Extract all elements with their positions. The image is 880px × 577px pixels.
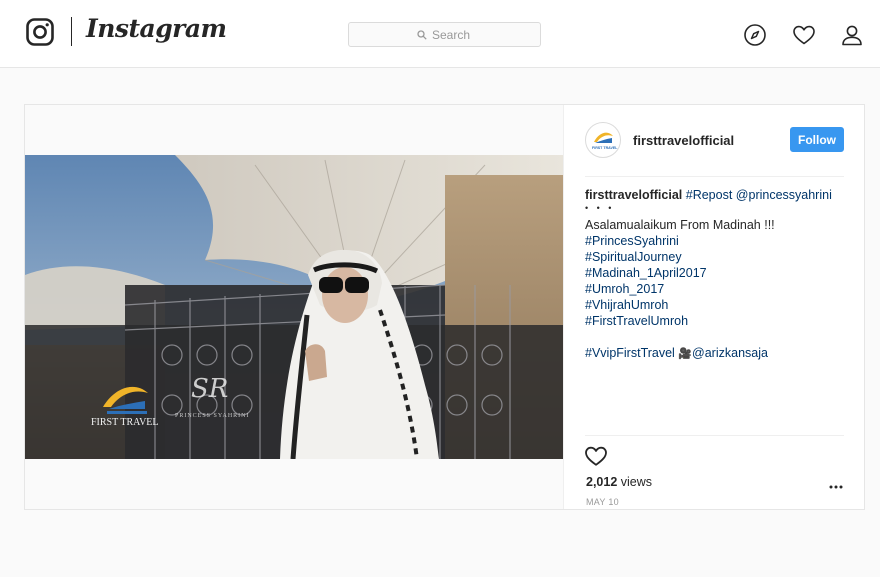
header-divider: [585, 176, 844, 177]
caption-hashtag[interactable]: #VvipFirstTravel: [585, 346, 675, 360]
caption-hashtag[interactable]: #Madinah_1April2017: [585, 265, 847, 281]
search-icon: [417, 29, 427, 40]
caption-greeting: Asalamualaikum From Madinah !!!: [585, 218, 775, 232]
avatar[interactable]: FIRST TRAVEL: [585, 122, 621, 158]
activity-heart-icon[interactable]: [792, 23, 816, 47]
more-options-icon[interactable]: [828, 483, 844, 491]
top-navigation-bar: Instagram: [0, 0, 880, 68]
caption-hashtag[interactable]: #PrincesSyahrini: [585, 233, 847, 249]
caption-hashtag[interactable]: #SpiritualJourney: [585, 249, 847, 265]
profile-person-icon[interactable]: [840, 23, 864, 47]
search-input[interactable]: [432, 27, 472, 42]
caption-mention[interactable]: @arizkansaja: [692, 346, 768, 360]
like-heart-icon[interactable]: [584, 444, 608, 468]
post-sidebar: FIRST TRAVEL firsttravelofficial Follow …: [563, 105, 864, 509]
instagram-glyph-icon[interactable]: [26, 18, 54, 46]
video-camera-icon: 🎥: [678, 348, 693, 360]
caption-dots: • • •: [585, 203, 615, 213]
search-box[interactable]: [348, 22, 541, 47]
caption-hashtag[interactable]: #Repost: [686, 188, 733, 202]
caption-username[interactable]: firsttravelofficial: [585, 188, 682, 202]
follow-button[interactable]: Follow: [790, 127, 844, 152]
post-media-area: FIRST TRAVEL SR PRINCESS SYAHRINI: [25, 105, 563, 509]
view-count-number: 2,012: [586, 475, 618, 489]
svg-text:FIRST TRAVEL: FIRST TRAVEL: [91, 417, 159, 428]
caption-hashtag[interactable]: #VhijrahUmroh: [585, 297, 847, 313]
first-travel-avatar-logo: FIRST TRAVEL: [592, 132, 618, 150]
explore-compass-icon[interactable]: [743, 23, 767, 47]
view-count-label: views: [620, 475, 653, 489]
post-video[interactable]: FIRST TRAVEL SR PRINCESS SYAHRINI: [25, 155, 563, 459]
logo-divider: [71, 17, 72, 46]
svg-text:PRINCESS SYAHRINI: PRINCESS SYAHRINI: [175, 413, 250, 419]
caption-hashtag[interactable]: #Umroh_2017: [585, 281, 847, 297]
svg-text:FIRST TRAVEL: FIRST TRAVEL: [592, 146, 618, 150]
svg-text:SR: SR: [191, 374, 228, 404]
post-date[interactable]: MAY 10: [586, 497, 619, 507]
caption-hashtag[interactable]: #FirstTravelUmroh: [585, 313, 847, 329]
video-frame: FIRST TRAVEL SR PRINCESS SYAHRINI: [25, 155, 563, 459]
post-author-username[interactable]: firsttravelofficial: [633, 133, 734, 148]
caption-mention[interactable]: @princessyahrini: [736, 188, 832, 202]
instagram-wordmark[interactable]: Instagram: [86, 14, 227, 43]
post-header: FIRST TRAVEL firsttravelofficial Follow: [564, 105, 865, 177]
post-caption: firsttravelofficial #Repost @princessyah…: [585, 187, 847, 362]
post-card: FIRST TRAVEL SR PRINCESS SYAHRINI FIRST …: [24, 104, 865, 510]
actions-divider: [585, 435, 844, 436]
view-count: 2,012 views: [586, 475, 652, 489]
